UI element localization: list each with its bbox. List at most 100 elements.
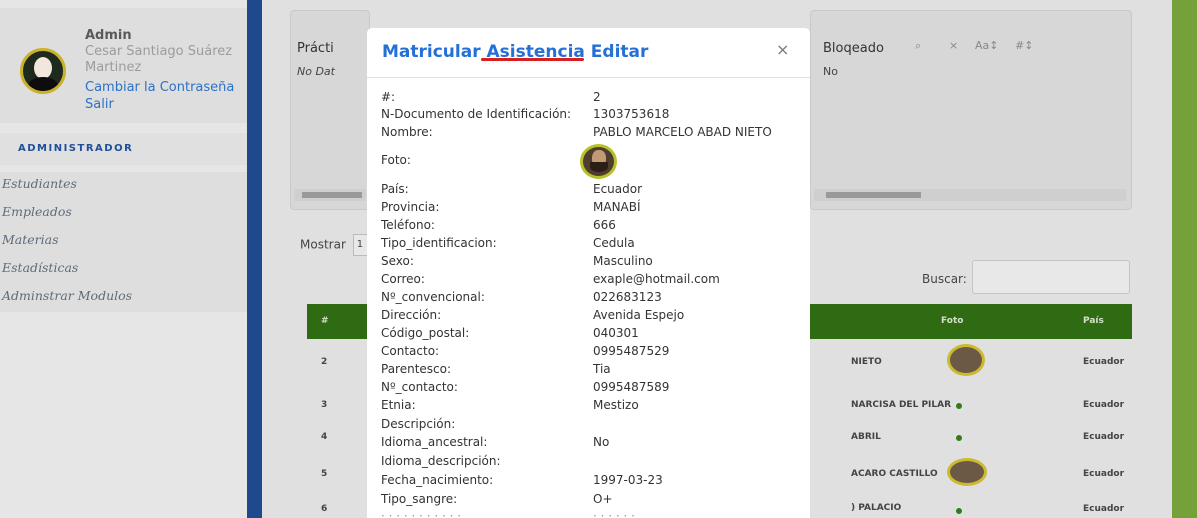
user-fullname: Cesar Santiago Suárez Martinez	[85, 44, 233, 75]
field-value: No	[593, 435, 610, 449]
field-value: 1997-03-23	[593, 473, 663, 487]
field-value: PABLO MARCELO ABAD NIETO	[593, 125, 772, 139]
scroll-thumb[interactable]	[302, 192, 362, 198]
field-label: Dirección:	[381, 308, 442, 322]
sidebar: Admin Cesar Santiago Suárez Martinez Cam…	[0, 0, 247, 518]
field-value: Masculino	[593, 254, 653, 268]
field-value: 040301	[593, 326, 639, 340]
row-name: NARCISA DEL PILAR	[851, 400, 952, 410]
student-photo	[580, 144, 617, 179]
sidebar-item-materias[interactable]: Materias	[0, 228, 247, 256]
col-bloqueado: Bloqeado	[823, 41, 884, 56]
sort-num-icon[interactable]: #↕	[1015, 39, 1033, 52]
field-label: Tipo_identificacion:	[381, 236, 497, 250]
row-photo-dot	[956, 435, 962, 441]
app-page: Admin Cesar Santiago Suárez Martinez Cam…	[0, 0, 1197, 518]
field-row: Provincia: MANABÍ	[381, 200, 801, 218]
field-row: Parentesco: Tia	[381, 362, 801, 380]
row-pais: Ecuador	[1083, 469, 1125, 479]
th-pais[interactable]: País	[1083, 316, 1104, 326]
row-photo-dot	[956, 403, 962, 409]
row-pais: Ecuador	[1083, 400, 1125, 410]
field-value: 666	[593, 218, 616, 232]
field-label: Nombre:	[381, 125, 433, 139]
field-label: Contacto:	[381, 344, 440, 358]
sidebar-item-estudiantes[interactable]: Estudiantes	[0, 172, 247, 200]
h-scrollbar-right[interactable]	[814, 189, 1126, 201]
user-panel: Admin Cesar Santiago Suárez Martinez Cam…	[0, 8, 247, 123]
field-value: 1303753618	[593, 107, 670, 121]
field-value: Tia	[593, 362, 611, 376]
sidebar-item-modulos[interactable]: Adminstrar Modulos	[0, 284, 247, 312]
h-scrollbar[interactable]	[294, 189, 366, 201]
field-row: Tipo_identificacion: Cedula	[381, 236, 801, 254]
field-row-cut: · · · · · · · · · · · · · · · · ·	[381, 509, 635, 518]
bloqueado-value: No	[823, 65, 838, 78]
sidebar-menu: Estudiantes Empleados Materias Estadísti…	[0, 172, 247, 312]
no-data-text: No Dat	[297, 65, 335, 78]
field-label: Idioma_ancestral:	[381, 435, 488, 449]
row-pais: Ecuador	[1083, 357, 1125, 367]
field-value: MANABÍ	[593, 200, 641, 214]
field-value: exaple@hotmail.com	[593, 272, 720, 286]
field-row: Idioma_ancestral: No	[381, 435, 801, 453]
field-label: Provincia:	[381, 200, 440, 214]
scroll-thumb-right[interactable]	[826, 192, 921, 198]
field-label: N-Documento de Identificación:	[381, 107, 572, 121]
field-row: Correo: exaple@hotmail.com	[381, 272, 801, 290]
field-row: Nº_contacto: 0995487589	[381, 380, 801, 398]
field-label: País:	[381, 182, 409, 196]
sidebar-item-estadisticas[interactable]: Estadísticas	[0, 256, 247, 284]
field-label: Teléfono:	[381, 218, 435, 232]
th-foto[interactable]: Foto	[941, 316, 963, 326]
field-row: Dirección: Avenida Espejo	[381, 308, 801, 326]
sidebar-item-empleados[interactable]: Empleados	[0, 200, 247, 228]
practicas-card: Prácti No Dat	[290, 10, 370, 210]
row-photo-dot	[956, 508, 962, 514]
field-row: Tipo_sangre: O+	[381, 492, 801, 510]
modal-header: Matricular Asistencia Editar ×	[367, 28, 810, 78]
field-label: #:	[381, 90, 396, 104]
field-row: Fecha_nacimiento: 1997-03-23	[381, 473, 801, 491]
field-label: Etnia:	[381, 398, 416, 412]
field-row: Nombre: PABLO MARCELO ABAD NIETO	[381, 125, 801, 143]
user-title: Admin	[85, 28, 132, 43]
field-row: Etnia: Mestizo	[381, 398, 801, 416]
bloqueado-card: Bloqeado ⌕ × Aa↕ #↕ No	[810, 10, 1132, 210]
field-value: Cedula	[593, 236, 635, 250]
field-value: 022683123	[593, 290, 662, 304]
sort-alpha-icon[interactable]: Aa↕	[975, 39, 998, 52]
row-name: ACARO CASTILLO	[851, 469, 938, 479]
row-num: 2	[321, 357, 328, 367]
row-pais: Ecuador	[1083, 432, 1125, 442]
row-pais: Ecuador	[1083, 504, 1125, 514]
close-icon[interactable]: ×	[776, 40, 789, 59]
search-icon[interactable]: ⌕	[915, 39, 921, 53]
field-value: 0995487589	[593, 380, 670, 394]
field-label: Parentesco:	[381, 362, 452, 376]
logout-link[interactable]: Salir	[85, 97, 114, 112]
search-input[interactable]	[972, 260, 1130, 294]
field-row: Descripción:	[381, 417, 801, 435]
row-num: 6	[321, 504, 328, 514]
field-row: Teléfono: 666	[381, 218, 801, 236]
spell-underline	[481, 58, 584, 61]
field-value: 0995487529	[593, 344, 670, 358]
buscar-label: Buscar:	[922, 272, 967, 286]
sidebar-accent-bar	[247, 0, 262, 518]
field-value: Ecuador	[593, 182, 643, 196]
th-num[interactable]: #	[321, 316, 329, 326]
row-num: 3	[321, 400, 328, 410]
field-label: Nº_contacto:	[381, 380, 458, 394]
clear-icon[interactable]: ×	[949, 39, 958, 52]
field-row: Idioma_descripción:	[381, 454, 801, 472]
field-row: Sexo: Masculino	[381, 254, 801, 272]
avatar	[20, 48, 66, 94]
change-password-link[interactable]: Cambiar la Contraseña	[85, 80, 234, 95]
mostrar-label: Mostrar 1	[300, 234, 373, 256]
role-heading: ADMINISTRADOR	[0, 133, 247, 165]
field-row: Código_postal: 040301	[381, 326, 801, 344]
field-label: Descripción:	[381, 417, 456, 431]
row-photo	[947, 344, 985, 376]
field-row: País: Ecuador	[381, 182, 801, 200]
